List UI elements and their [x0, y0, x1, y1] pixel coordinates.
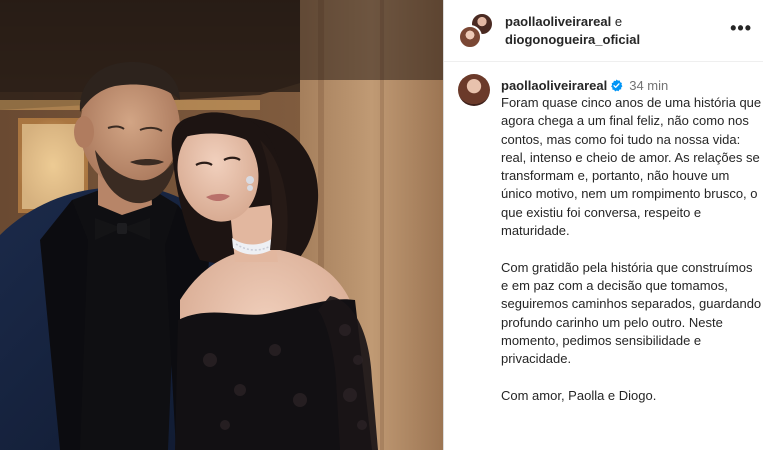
post-header: paollaoliveirareal e diogonogueira_ofici…	[444, 0, 763, 62]
couple-photo-illustration	[0, 0, 443, 450]
post-side-panel: paollaoliveirareal e diogonogueira_ofici…	[443, 0, 763, 450]
instagram-post: paollaoliveirareal e diogonogueira_ofici…	[0, 0, 763, 450]
header-username-2[interactable]: diogonogueira_oficial	[505, 31, 640, 49]
caption-paragraph: Com gratidão pela história que construím…	[501, 259, 762, 367]
post-timestamp[interactable]: 34 min	[629, 78, 668, 93]
header-conjunction: e	[614, 14, 623, 29]
caption-avatar[interactable]	[458, 74, 490, 106]
header-username-1[interactable]: paollaoliveirareal	[505, 14, 611, 29]
collab-avatars[interactable]	[458, 12, 498, 50]
more-horizontal-icon[interactable]: •••	[730, 18, 752, 38]
caption-paragraph: Com amor, Paolla e Diogo.	[501, 387, 657, 403]
collab-usernames: paollaoliveirareal e diogonogueira_ofici…	[505, 13, 640, 49]
caption-text: Foram quase cinco anos de uma história q…	[501, 94, 763, 423]
avatar-paollaoliveira[interactable]	[458, 25, 482, 49]
post-photo[interactable]	[0, 0, 443, 450]
caption-username[interactable]: paollaoliveirareal	[501, 78, 607, 93]
caption-paragraph: Foram quase cinco anos de uma história q…	[501, 95, 762, 239]
